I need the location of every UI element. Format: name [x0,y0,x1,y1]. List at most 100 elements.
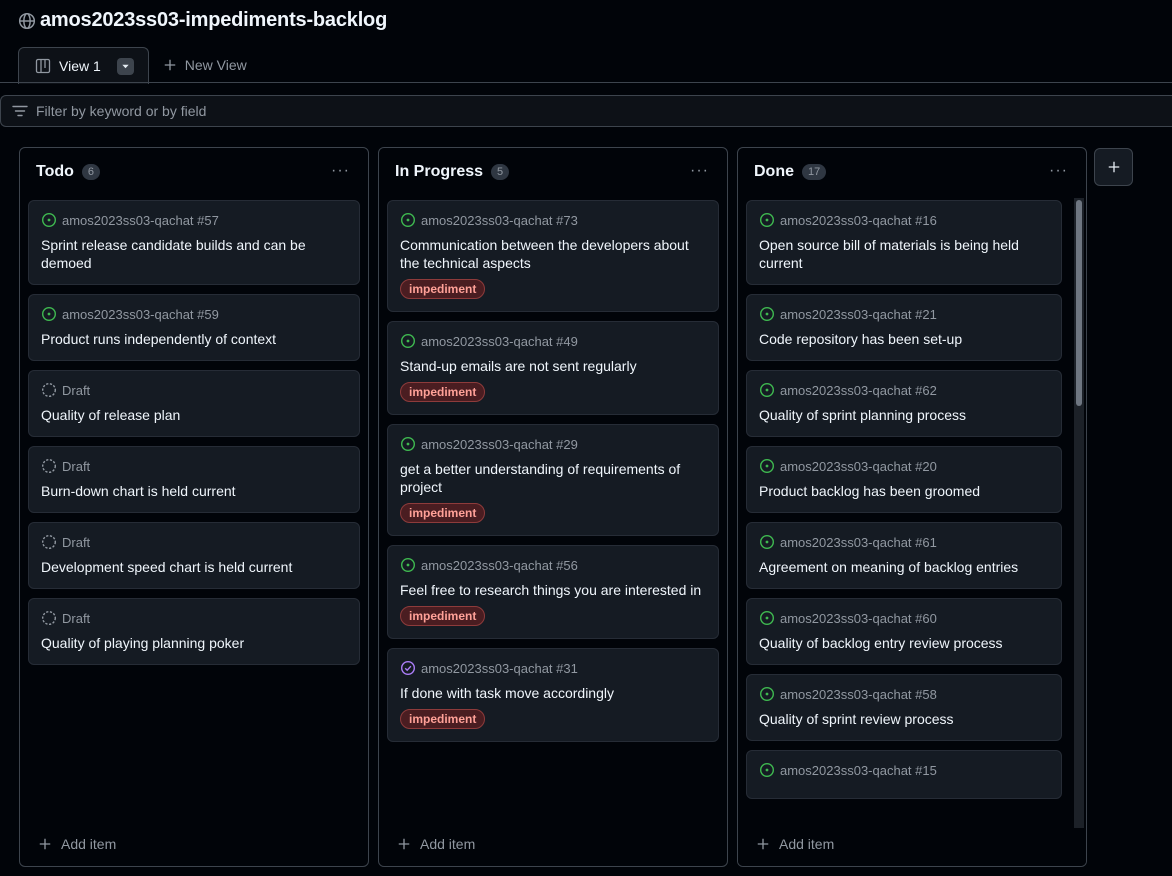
card[interactable]: amos2023ss03-qachat #56 Feel free to res… [387,545,719,639]
card-title[interactable]: Burn-down chart is held current [41,482,347,500]
card[interactable]: amos2023ss03-qachat #16 Open source bill… [746,200,1062,285]
card-title[interactable]: Stand-up emails are not sent regularly [400,357,706,375]
card-title[interactable]: Product backlog has been groomed [759,482,1049,500]
plus-icon [1108,161,1119,173]
open-issue-icon [759,458,775,474]
card-title[interactable]: Product runs independently of context [41,330,347,348]
open-issue-icon [41,306,57,322]
card-title[interactable]: Open source bill of materials is being h… [759,236,1049,272]
plus-icon [164,59,176,70]
card[interactable]: amos2023ss03-qachat #62 Quality of sprin… [746,370,1062,437]
card-list: amos2023ss03-qachat #16 Open source bill… [746,200,1062,808]
column-menu-icon[interactable]: ··· [331,162,350,180]
open-issue-icon [400,557,416,573]
tab-view-1[interactable]: View 1 [18,47,149,84]
card[interactable]: amos2023ss03-qachat #15 [746,750,1062,799]
open-issue-icon [400,436,416,452]
card[interactable]: Draft Quality of release plan [28,370,360,437]
add-item-button[interactable]: Add item [38,836,116,852]
card-meta: amos2023ss03-qachat #59 [62,306,219,322]
impediment-label[interactable]: impediment [400,503,486,523]
card-title[interactable]: Quality of sprint planning process [759,406,1049,424]
card-title[interactable]: Development speed chart is held current [41,558,347,576]
add-item-label: Add item [779,836,835,852]
card-meta: Draft [62,610,91,626]
card[interactable]: amos2023ss03-qachat #49 Stand-up emails … [387,321,719,415]
card-title[interactable]: Quality of release plan [41,406,347,424]
tab-label: View 1 [59,58,101,74]
open-issue-icon [759,610,775,626]
card-title[interactable]: Agreement on meaning of backlog entries [759,558,1049,576]
card[interactable]: amos2023ss03-qachat #59 Product runs ind… [28,294,360,361]
card[interactable]: Draft Development speed chart is held cu… [28,522,360,589]
column-header: Todo 6 [20,148,368,196]
card-title[interactable]: Quality of backlog entry review process [759,634,1049,652]
column-scrollbar[interactable] [1074,198,1084,830]
open-issue-icon [759,762,775,778]
filter-input[interactable]: Filter by keyword or by field [0,95,1172,127]
column-menu-icon[interactable]: ··· [1049,162,1068,180]
card-title[interactable]: If done with task move accordingly [400,684,706,702]
view-tabs: View 1 New View [18,46,261,84]
column-name: Done [754,163,794,180]
card-meta: amos2023ss03-qachat #62 [780,382,937,398]
project-title: amos2023ss03-impediments-backlog [40,9,388,31]
view-options-caret-button[interactable] [116,57,134,75]
column-count-badge: 17 [802,164,827,180]
impediment-label[interactable]: impediment [400,279,486,299]
card[interactable]: amos2023ss03-qachat #31 If done with tas… [387,648,719,742]
plus-icon [757,838,769,850]
column-count-badge: 5 [491,164,510,180]
card[interactable]: Draft Burn-down chart is held current [28,446,360,513]
card[interactable]: amos2023ss03-qachat #29 get a better und… [387,424,719,536]
card-title[interactable]: Feel free to research things you are int… [400,581,706,599]
add-item-button[interactable]: Add item [397,836,475,852]
filter-placeholder: Filter by keyword or by field [36,103,207,119]
scrollbar-thumb[interactable] [1076,200,1082,406]
column-header: In Progress 5 [379,148,727,196]
card[interactable]: amos2023ss03-qachat #21 Code repository … [746,294,1062,361]
project-title-row: amos2023ss03-impediments-backlog [18,9,387,32]
card-title[interactable]: Sprint release candidate builds and can … [41,236,347,272]
new-view-button[interactable]: New View [149,46,261,83]
impediment-label[interactable]: impediment [400,382,486,402]
column-name: In Progress [395,163,484,180]
card-meta: amos2023ss03-qachat #31 [421,660,578,676]
new-view-label: New View [184,56,247,73]
card-title[interactable]: Code repository has been set-up [759,330,1049,348]
card-meta: amos2023ss03-qachat #20 [780,458,937,474]
card[interactable]: amos2023ss03-qachat #61 Agreement on mea… [746,522,1062,589]
card-meta: amos2023ss03-qachat #29 [421,436,578,452]
open-issue-icon [759,534,775,550]
card[interactable]: amos2023ss03-qachat #58 Quality of sprin… [746,674,1062,741]
impediment-label[interactable]: impediment [400,606,486,626]
open-issue-icon [759,382,775,398]
filter-icon [12,105,28,117]
column-in-progress: In Progress 5 ··· amos2023ss03-qachat #7… [378,147,728,867]
draft-icon [41,382,57,398]
globe-icon [18,12,36,29]
impediment-label[interactable]: impediment [400,709,486,729]
add-item-button[interactable]: Add item [756,836,834,852]
card-title[interactable]: Quality of playing planning poker [41,634,347,652]
card[interactable]: amos2023ss03-qachat #60 Quality of backl… [746,598,1062,665]
column-header: Done 17 [738,148,1086,196]
card[interactable]: amos2023ss03-qachat #20 Product backlog … [746,446,1062,513]
add-column-button[interactable] [1094,148,1133,186]
column-name: Todo [36,163,74,180]
card-title[interactable]: Communication between the developers abo… [400,236,706,272]
board: Todo 6 ··· amos2023ss03-qachat #57 Sprin… [19,147,1087,867]
open-issue-icon [759,212,775,228]
card[interactable]: amos2023ss03-qachat #57 Sprint release c… [28,200,360,285]
card-meta: amos2023ss03-qachat #16 [780,212,937,228]
card-meta: amos2023ss03-qachat #49 [421,333,578,349]
card-meta: amos2023ss03-qachat #56 [421,557,578,573]
column-menu-icon[interactable]: ··· [690,162,709,180]
card-meta: amos2023ss03-qachat #21 [780,306,937,322]
card-title[interactable]: get a better understanding of requiremen… [400,460,706,496]
card-meta: amos2023ss03-qachat #58 [780,686,937,702]
card-meta: Draft [62,382,91,398]
card[interactable]: Draft Quality of playing planning poker [28,598,360,665]
card-title[interactable]: Quality of sprint review process [759,710,1049,728]
card[interactable]: amos2023ss03-qachat #73 Communication be… [387,200,719,312]
